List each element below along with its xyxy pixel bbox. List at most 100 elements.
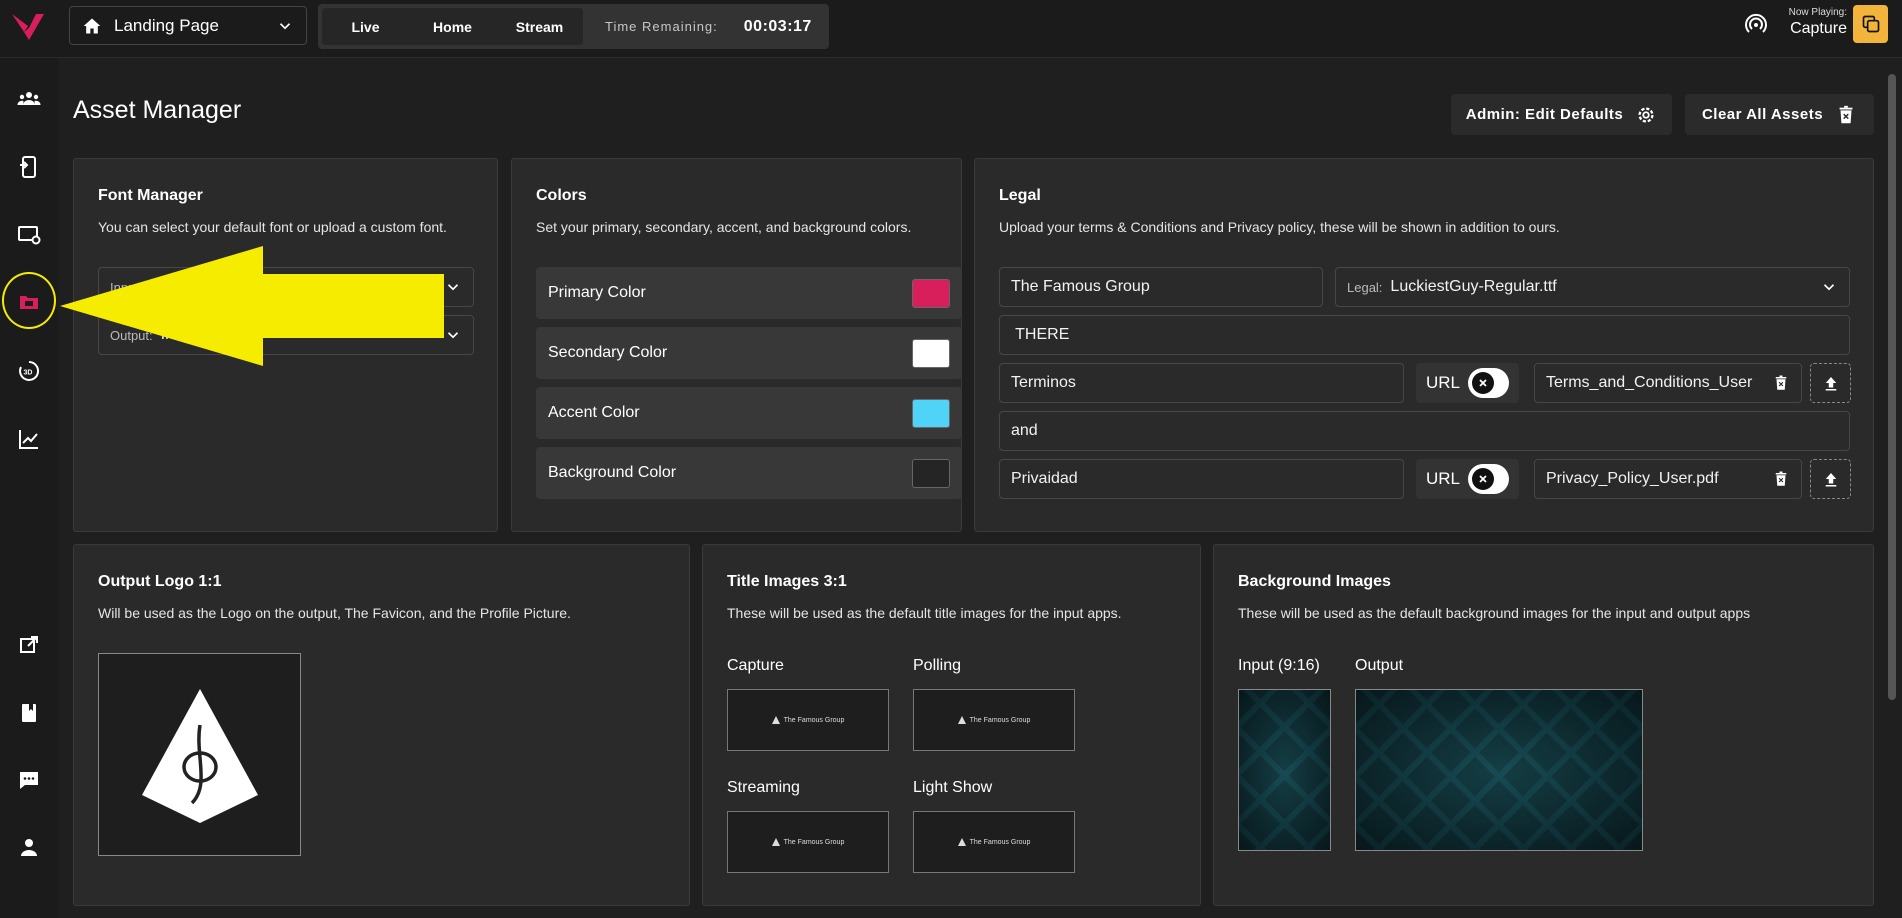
brand-logo-icon [771,716,780,724]
company-name-input[interactable]: The Famous Group [999,267,1323,307]
upload-icon [1825,377,1836,391]
stream-button[interactable]: Stream [496,8,583,45]
input-background-label: Input (9:16) [1238,657,1320,674]
terms-text-value: Terminos [1011,374,1076,391]
privacy-upload-button[interactable] [1810,459,1851,499]
input-background-image[interactable] [1238,689,1331,851]
chevron-down-icon [447,332,459,339]
secondary-color-swatch[interactable] [912,338,950,368]
mobile-device-icon[interactable] [16,154,42,180]
streaming-image-text: The Famous Group [783,838,845,846]
upload-icon [1825,473,1836,487]
terms-url-toggle[interactable] [1468,368,1509,398]
title-images-description: These will be used as the default title … [727,605,1122,621]
svg-text:3D: 3D [24,370,33,377]
now-playing-value: Capture [1790,20,1847,37]
top-bar: Landing Page Live Home Stream Time Remai… [0,0,1902,58]
delete-icon[interactable] [1772,374,1790,392]
delete-icon[interactable] [1772,470,1790,488]
live-button[interactable]: Live [322,8,409,45]
delete-icon [1839,105,1853,123]
clear-all-assets-label: Clear All Assets [1701,106,1824,123]
primary-color-row[interactable]: Primary Color [536,267,962,319]
privacy-text-value: Privaidad [1011,470,1078,487]
legal-intro-input[interactable]: THERE [999,315,1850,355]
privacy-url-toggle-group: URL [1416,459,1519,499]
switch-app-icon [1862,15,1879,33]
users-icon[interactable] [16,86,42,112]
time-remaining-value: 00:03:17 [743,17,812,35]
legal-joiner-value: and [1011,422,1038,439]
output-logo-image[interactable] [98,653,301,856]
legal-title: Legal [999,187,1041,204]
accent-color-swatch[interactable] [912,398,950,428]
now-playing-label: Now Playing: [1788,7,1847,18]
brand-logo-image [141,688,258,823]
close-icon [1472,468,1495,490]
page-scrollbar[interactable] [1888,74,1896,700]
annotation-arrow [60,246,444,366]
chevron-down-icon [279,22,291,29]
terms-file-name: Terms_and_Conditions_User [1546,374,1753,391]
home-icon [83,18,101,33]
terms-url-toggle-group: URL [1416,363,1519,403]
background-color-row[interactable]: Background Color [536,447,962,499]
open-external-icon[interactable] [16,632,42,658]
broadcast-icon[interactable] [1744,13,1768,37]
polling-title-image[interactable]: The Famous Group [913,689,1075,751]
page-title: Asset Manager [73,96,242,124]
clear-all-assets-button[interactable]: Clear All Assets [1685,94,1874,135]
capture-image-label: Capture [727,657,784,674]
sidebar: 3D [0,58,58,918]
title-images-title: Title Images 3:1 [727,573,847,590]
page-select-dropdown[interactable]: Landing Page [69,6,307,45]
annotation-circle [2,272,56,329]
background-images-description: These will be used as the default backgr… [1238,605,1751,621]
polling-image-text: The Famous Group [969,716,1031,724]
privacy-text-input[interactable]: Privaidad [999,459,1404,499]
streaming-title-image[interactable]: The Famous Group [727,811,889,873]
privacy-file-name: Privacy_Policy_User.pdf [1546,470,1719,487]
output-logo-title: Output Logo 1:1 [98,573,222,590]
page-select-value: Landing Page [114,15,219,35]
brand-logo-icon [957,716,966,724]
light-show-title-image[interactable]: The Famous Group [913,811,1075,873]
admin-edit-defaults-button[interactable]: Admin: Edit Defaults [1451,94,1672,135]
capture-image-text: The Famous Group [783,716,845,724]
live-controls: Live Home Stream Time Remaining: 00:03:1… [318,4,829,49]
secondary-color-label: Secondary Color [548,344,668,361]
font-manager-description: You can select your default font or uplo… [98,219,447,235]
chat-icon[interactable] [16,767,42,793]
rotate-3d-icon[interactable]: 3D [16,358,42,384]
output-background-image[interactable] [1355,689,1643,851]
time-remaining-label: Time Remaining: [605,19,718,34]
polling-image-label: Polling [913,657,962,674]
home-button[interactable]: Home [409,8,496,45]
capture-title-image[interactable]: The Famous Group [727,689,889,751]
analytics-icon[interactable] [16,426,42,452]
switch-app-button[interactable] [1853,5,1888,43]
background-color-swatch[interactable] [912,458,950,488]
output-logo-card: Output Logo 1:1 Will be used as the Logo… [73,544,690,906]
primary-color-swatch[interactable] [912,278,950,308]
terms-file-field[interactable]: Terms_and_Conditions_User [1534,363,1802,403]
privacy-file-field[interactable]: Privacy_Policy_User.pdf [1534,459,1802,499]
accent-color-row[interactable]: Accent Color [536,387,962,439]
secondary-color-row[interactable]: Secondary Color [536,327,962,379]
privacy-url-toggle[interactable] [1468,464,1509,494]
profile-icon[interactable] [16,834,42,860]
book-icon[interactable] [16,700,42,726]
legal-font-value: LuckiestGuy-Regular.ttf [1390,278,1557,295]
brand-logo[interactable] [8,6,50,48]
chevron-down-icon [447,284,459,291]
display-settings-icon[interactable] [16,222,42,248]
legal-joiner-input[interactable]: and [999,411,1850,451]
legal-font-select[interactable]: Legal: LuckiestGuy-Regular.ttf [1335,267,1850,307]
title-images-card: Title Images 3:1 These will be used as t… [702,544,1201,906]
terms-text-input[interactable]: Terminos [999,363,1404,403]
colors-card: Colors Set your primary, secondary, acce… [511,158,962,532]
legal-description: Upload your terms & Conditions and Priva… [999,219,1560,235]
privacy-url-label: URL [1426,469,1461,488]
terms-upload-button[interactable] [1810,363,1851,403]
background-images-title: Background Images [1238,573,1391,590]
